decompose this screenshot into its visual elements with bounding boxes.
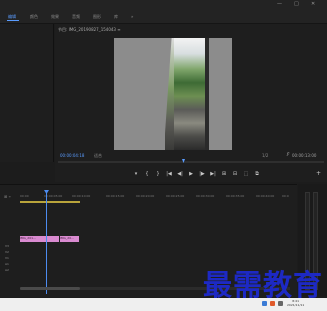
work-area-bar[interactable]	[20, 201, 80, 203]
video-transition-shadow	[205, 38, 209, 150]
more-tabs-icon[interactable]: »	[131, 14, 133, 19]
tab-library[interactable]: 库	[114, 14, 118, 20]
video-clip[interactable]: IMG_20...	[60, 236, 79, 242]
timeline-playhead[interactable]	[46, 192, 47, 294]
comparison-view-icon[interactable]: ⧉	[254, 171, 260, 177]
ruler-tick: 00:00:20:00	[136, 194, 155, 198]
minimize-button[interactable]: —	[277, 1, 282, 7]
title-bar: — □ ✕	[0, 0, 327, 10]
track-label[interactable]: V1	[5, 256, 9, 260]
ruler-tick: 00:00:30:00	[196, 194, 215, 198]
resolution-dropdown[interactable]: 1/2	[262, 153, 268, 158]
duration-timecode: 00:00:13:00	[292, 153, 317, 158]
add-button-icon[interactable]: +	[316, 170, 321, 177]
wrench-icon[interactable]	[286, 152, 290, 157]
program-sequence-title[interactable]: 节目: IMG_20190827_154043 ≡	[58, 27, 121, 33]
ruler-tick: 00:00:10:00	[72, 194, 91, 198]
go-to-in-icon[interactable]: |◀	[166, 171, 172, 177]
play-icon[interactable]: ▶	[188, 171, 194, 177]
ruler-tick: 00:0	[282, 194, 289, 198]
workspace-tabs: 编辑 颜色 效果 音频 图形 库 »	[0, 10, 327, 24]
maximize-button[interactable]: □	[294, 1, 299, 7]
go-to-out-icon[interactable]: ▶|	[210, 171, 216, 177]
transport-controls: ▾ { } |◀ ◀| ▶ |▶ ▶| ⊞ ⊟ ⬚ ⧉	[133, 170, 260, 178]
ruler-tick: 00:00:35:00	[226, 194, 245, 198]
ruler-tick: 00:00:15:00	[106, 194, 125, 198]
track-label[interactable]: V2	[5, 250, 9, 254]
add-marker-icon[interactable]: ▾	[133, 171, 139, 177]
app-tray-icon[interactable]	[270, 301, 275, 306]
tab-graphics[interactable]: 图形	[93, 14, 101, 20]
tab-effects[interactable]: 效果	[51, 14, 59, 20]
lift-icon[interactable]: ⊞	[221, 171, 227, 177]
system-tray	[262, 301, 283, 306]
video-clip[interactable]: IMG_201...	[20, 236, 59, 242]
mark-in-icon[interactable]: {	[144, 171, 150, 177]
clip-label: IMG_20...	[60, 236, 74, 240]
volume-icon[interactable]	[278, 301, 283, 306]
export-frame-icon[interactable]: ⬚	[243, 171, 249, 177]
program-scrub-bar[interactable]	[58, 161, 324, 163]
active-tab-indicator	[7, 20, 19, 21]
step-back-icon[interactable]: ◀|	[177, 171, 183, 177]
current-timecode[interactable]: 00:00:04:18	[60, 153, 84, 158]
timeline-scroll-thumb[interactable]	[20, 287, 80, 290]
close-button[interactable]: ✕	[311, 1, 315, 7]
source-panel[interactable]	[0, 24, 54, 162]
tab-audio[interactable]: 音频	[72, 14, 80, 20]
network-icon[interactable]	[262, 301, 267, 306]
track-label[interactable]: V3	[5, 244, 9, 248]
timeline-tools-icon[interactable]: ⊞ ⌁	[4, 194, 11, 199]
tab-color[interactable]: 颜色	[30, 14, 38, 20]
mark-out-icon[interactable]: }	[155, 171, 161, 177]
ruler-tick: 00:00:25:00	[166, 194, 185, 198]
ruler-tick: 00:00	[20, 194, 29, 198]
video-image	[174, 38, 205, 150]
track-label[interactable]: A1	[5, 262, 9, 266]
ruler-tick: 00:00:40:00	[256, 194, 275, 198]
fit-dropdown[interactable]: 适合	[94, 153, 102, 159]
system-clock[interactable]: 8:41 2021/11/11	[287, 299, 304, 307]
clip-label: IMG_201...	[20, 236, 36, 240]
extract-icon[interactable]: ⊟	[232, 171, 238, 177]
timeline-ruler[interactable]: 00:00 00:00:05:00 00:00:10:00 00:00:15:0…	[20, 194, 290, 200]
clock-date: 2021/11/11	[287, 303, 305, 307]
track-label[interactable]: A2	[5, 268, 9, 272]
step-forward-icon[interactable]: |▶	[199, 171, 205, 177]
